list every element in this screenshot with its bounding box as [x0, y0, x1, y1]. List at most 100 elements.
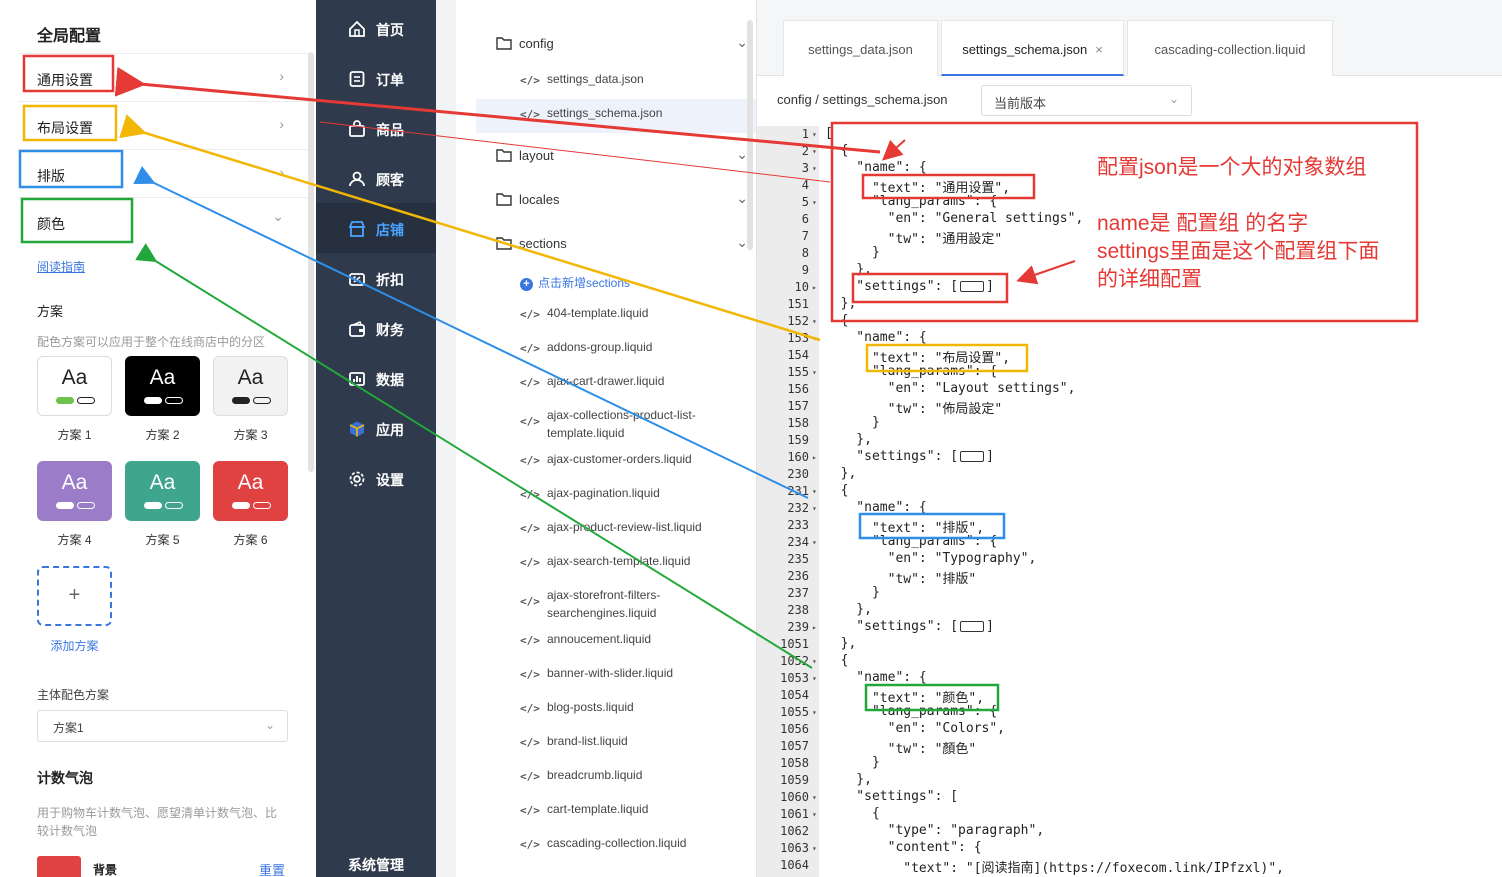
- fold-toggle-icon[interactable]: ▾: [812, 708, 817, 717]
- nav-item[interactable]: 折扣: [316, 253, 436, 303]
- nav-item[interactable]: 设置: [316, 453, 436, 503]
- left-panel-scrollbar[interactable]: [308, 52, 314, 472]
- code-line[interactable]: }: [825, 415, 880, 430]
- scheme-swatch[interactable]: Aa: [213, 461, 288, 521]
- file-item[interactable]: </> settings_data.json: [476, 65, 768, 99]
- code-line[interactable]: "settings": []: [825, 619, 994, 634]
- config-item-colors[interactable]: 颜色 ⌄: [18, 197, 308, 245]
- folder-item[interactable]: layout ⌄: [496, 141, 752, 171]
- code-line[interactable]: "en": "Layout settings",: [825, 381, 1076, 396]
- fold-toggle-icon[interactable]: ▾: [812, 844, 817, 853]
- fold-toggle-icon[interactable]: ▸: [812, 283, 817, 292]
- code-line[interactable]: {: [825, 313, 849, 328]
- fold-toggle-icon[interactable]: ▾: [812, 674, 817, 683]
- code-line[interactable]: "content": {: [825, 840, 982, 855]
- fold-toggle-icon[interactable]: ▾: [812, 317, 817, 326]
- config-item-typography[interactable]: 排版 ›: [18, 149, 308, 197]
- folder-item[interactable]: config ⌄: [496, 29, 752, 59]
- fold-toggle-icon[interactable]: ▾: [812, 368, 817, 377]
- code-line[interactable]: "type": "paragraph",: [825, 823, 1045, 838]
- fold-toggle-icon[interactable]: ▾: [812, 487, 817, 496]
- file-tree-scrollbar[interactable]: [747, 20, 753, 250]
- nav-item[interactable]: 商品: [316, 103, 436, 153]
- fold-toggle-icon[interactable]: ▾: [812, 657, 817, 666]
- code-line[interactable]: "name": {: [825, 330, 926, 345]
- code-line[interactable]: "lang_params": {: [825, 534, 997, 549]
- nav-item[interactable]: 订单: [316, 53, 436, 103]
- tab-cascading-collection[interactable]: cascading-collection.liquid: [1127, 20, 1333, 76]
- fold-toggle-icon[interactable]: ▾: [812, 810, 817, 819]
- code-line[interactable]: },: [825, 466, 857, 481]
- code-line[interactable]: {: [825, 653, 849, 668]
- code-line[interactable]: "name": {: [825, 160, 926, 175]
- nav-item[interactable]: 店铺: [316, 203, 436, 253]
- code-line[interactable]: {: [825, 806, 880, 821]
- fold-toggle-icon[interactable]: ▾: [812, 198, 817, 207]
- nav-item[interactable]: 财务: [316, 303, 436, 353]
- code-line[interactable]: },: [825, 296, 857, 311]
- config-item-general[interactable]: 通用设置 ›: [18, 53, 308, 101]
- code-line[interactable]: "en": "General settings",: [825, 211, 1084, 226]
- scheme-swatch[interactable]: Aa: [37, 461, 112, 521]
- file-item[interactable]: </> ajax-storefront-filters-searchengines…: [476, 581, 768, 625]
- fold-toggle-icon[interactable]: ▾: [812, 147, 817, 156]
- collapsed-block-icon[interactable]: [960, 621, 985, 632]
- close-icon[interactable]: ×: [1095, 42, 1103, 57]
- file-item[interactable]: </> cascading-collection.liquid: [476, 829, 768, 863]
- tab-settings-data[interactable]: settings_data.json: [783, 20, 938, 76]
- file-item[interactable]: </> ajax-customer-orders.liquid: [476, 445, 768, 479]
- nav-item[interactable]: 数据: [316, 353, 436, 403]
- fold-toggle-icon[interactable]: ▾: [812, 130, 817, 139]
- config-item-layout[interactable]: 布局设置 ›: [18, 101, 308, 149]
- file-item[interactable]: </> ajax-pagination.liquid: [476, 479, 768, 513]
- code-line[interactable]: "text": "[阅读指南](https://foxecom.link/IPf…: [825, 857, 1284, 876]
- fold-toggle-icon[interactable]: ▾: [812, 538, 817, 547]
- file-item[interactable]: </> brand-list.liquid: [476, 727, 768, 761]
- nav-item[interactable]: 应用: [316, 403, 436, 453]
- file-item[interactable]: </> breadcrumb.liquid: [476, 761, 768, 795]
- file-item[interactable]: </> ajax-cart-drawer.liquid: [476, 367, 768, 401]
- code-line[interactable]: {: [825, 143, 849, 158]
- code-line[interactable]: },: [825, 602, 872, 617]
- folder-item[interactable]: sections ⌄: [496, 229, 752, 259]
- code-line[interactable]: "lang_params": {: [825, 364, 997, 379]
- code-line[interactable]: "lang_params": {: [825, 194, 997, 209]
- file-item[interactable]: </> cart-template.liquid: [476, 795, 768, 829]
- file-item[interactable]: </> 404-template.liquid: [476, 299, 768, 333]
- scheme-swatch[interactable]: Aa: [125, 461, 200, 521]
- scheme-swatch[interactable]: Aa: [125, 356, 200, 416]
- code-line[interactable]: "en": "Colors",: [825, 721, 1005, 736]
- background-color-swatch[interactable]: [37, 856, 81, 877]
- code-line[interactable]: {: [825, 483, 849, 498]
- add-scheme-button[interactable]: +: [37, 566, 112, 626]
- code-line[interactable]: "name": {: [825, 670, 926, 685]
- collapsed-block-icon[interactable]: [960, 451, 985, 462]
- code-line[interactable]: "en": "Typography",: [825, 551, 1037, 566]
- nav-item[interactable]: 首页: [316, 3, 436, 53]
- main-scheme-select[interactable]: 方案1 ⌄: [37, 710, 288, 742]
- code-line[interactable]: "settings": []: [825, 449, 994, 464]
- code-line[interactable]: },: [825, 772, 872, 787]
- code-line[interactable]: },: [825, 432, 872, 447]
- fold-toggle-icon[interactable]: ▾: [812, 164, 817, 173]
- tab-settings-schema[interactable]: settings_schema.json ×: [941, 20, 1124, 76]
- fold-toggle-icon[interactable]: ▸: [812, 453, 817, 462]
- file-item[interactable]: </> ajax-product-review-list.liquid: [476, 513, 768, 547]
- folder-item[interactable]: locales ⌄: [496, 185, 752, 215]
- reset-button[interactable]: 重置: [259, 860, 285, 877]
- file-item[interactable]: </> annoucement.liquid: [476, 625, 768, 659]
- file-item[interactable]: </> ajax-search-template.liquid: [476, 547, 768, 581]
- code-line[interactable]: },: [825, 262, 872, 277]
- code-line[interactable]: }: [825, 755, 880, 770]
- code-line[interactable]: "settings": []: [825, 279, 994, 294]
- file-item[interactable]: </> settings_schema.json: [476, 99, 770, 133]
- scheme-swatch[interactable]: Aa: [213, 356, 288, 416]
- file-item[interactable]: </> banner-with-slider.liquid: [476, 659, 768, 693]
- code-line[interactable]: }: [825, 585, 880, 600]
- collapsed-block-icon[interactable]: [960, 281, 985, 292]
- fold-toggle-icon[interactable]: ▾: [812, 334, 817, 343]
- version-select[interactable]: 当前版本 ⌄: [981, 85, 1192, 116]
- file-item[interactable]: </> addons-group.liquid: [476, 333, 768, 367]
- code-line[interactable]: "name": {: [825, 500, 926, 515]
- nav-item[interactable]: 顾客: [316, 153, 436, 203]
